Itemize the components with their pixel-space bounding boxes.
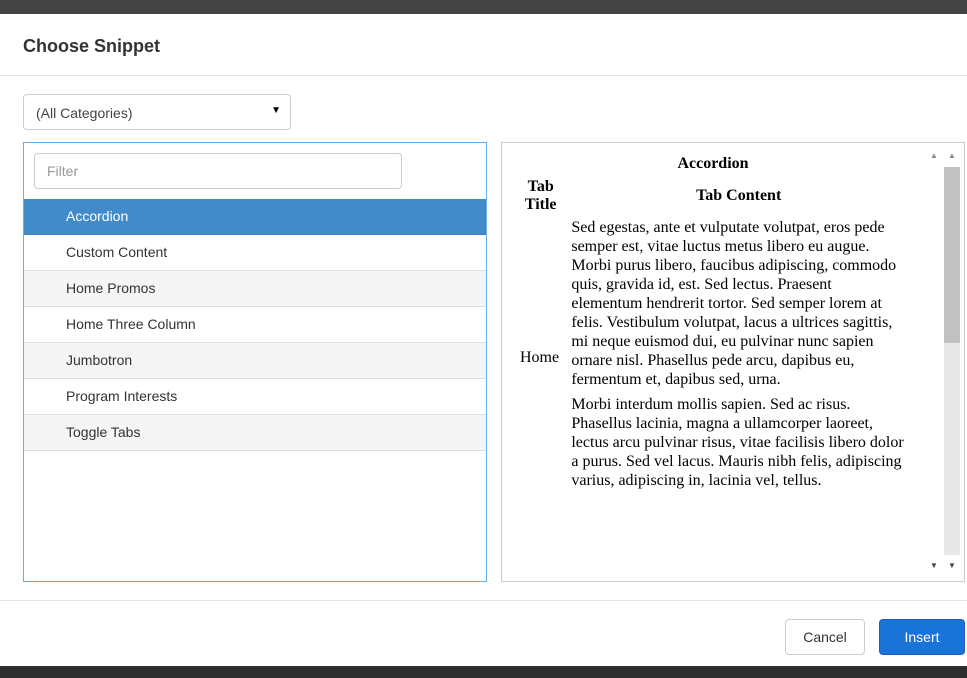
snippet-list-panel: Accordion Custom Content Home Promos Hom… [23, 142, 487, 582]
column-header-tab-title: Tab Title [524, 178, 557, 213]
scroll-thumb[interactable] [944, 167, 960, 343]
insert-button[interactable]: Insert [879, 619, 965, 655]
content-paragraph: Morbi interdum mollis sapien. Sed ac ris… [571, 396, 904, 489]
snippet-item-program-interests[interactable]: Program Interests [24, 379, 486, 415]
category-select[interactable]: (All Categories) ▼ [23, 94, 291, 130]
snippet-item-accordion[interactable]: Accordion [24, 199, 486, 235]
snippet-item-home-promos[interactable]: Home Promos [24, 271, 486, 307]
snippet-list: Accordion Custom Content Home Promos Hom… [24, 199, 486, 451]
category-select-value: (All Categories) [36, 105, 133, 121]
snippet-preview-panel: Accordion Tab Title Tab Content Home Sed… [501, 142, 965, 582]
content-paragraph: Sed egestas, ante et vulputate volutpat,… [571, 219, 897, 388]
backdrop-top [0, 0, 967, 14]
cancel-button[interactable]: Cancel [785, 619, 865, 655]
row-tab-content: Sed egestas, ante et vulputate volutpat,… [567, 217, 910, 497]
scroll-up-icon[interactable]: ▲ [926, 149, 942, 163]
preview-caption: Accordion [677, 155, 749, 172]
dialog-footer: Cancel Insert [0, 600, 967, 666]
snippet-item-jumbotron[interactable]: Jumbotron [24, 343, 486, 379]
scroll-up-icon[interactable]: ▲ [944, 149, 960, 163]
preview-table: Accordion Tab Title Tab Content Home Sed… [514, 155, 912, 499]
column-header-tab-content: Tab Content [696, 187, 782, 204]
snippet-item-home-three-column[interactable]: Home Three Column [24, 307, 486, 343]
choose-snippet-dialog: Choose Snippet (All Categories) ▼ Accord… [0, 14, 967, 666]
preview-scrollbar[interactable]: ▲ ▲ ▼ ▼ [922, 143, 964, 581]
dialog-header: Choose Snippet [0, 14, 967, 76]
chevron-down-icon: ▼ [271, 105, 281, 116]
snippet-item-custom-content[interactable]: Custom Content [24, 235, 486, 271]
backdrop-bottom [0, 666, 967, 678]
preview-content: Accordion Tab Title Tab Content Home Sed… [502, 143, 922, 581]
dialog-title: Choose Snippet [23, 36, 161, 56]
scroll-down-icon[interactable]: ▼ [926, 559, 942, 573]
filter-input[interactable] [34, 153, 402, 189]
scroll-down-icon[interactable]: ▼ [944, 559, 960, 573]
row-tab-title: Home [520, 348, 560, 366]
snippet-item-toggle-tabs[interactable]: Toggle Tabs [24, 415, 486, 451]
table-row: Home Sed egestas, ante et vulputate volu… [516, 217, 910, 497]
